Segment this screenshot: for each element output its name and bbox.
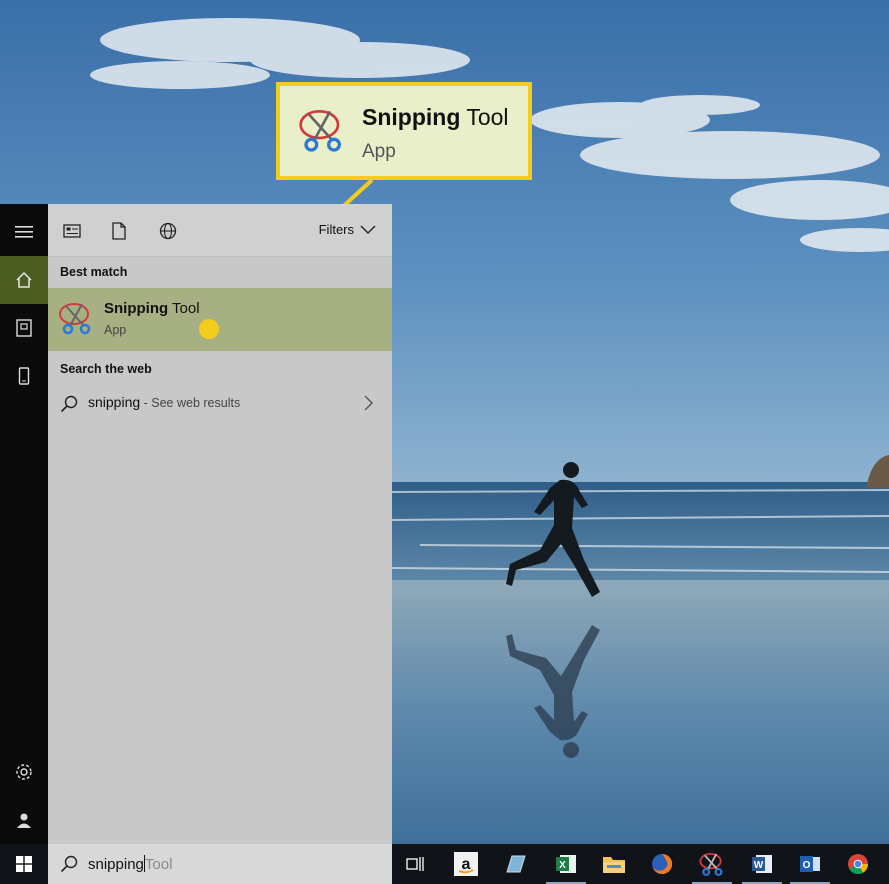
- task-view-icon[interactable]: [392, 844, 440, 884]
- snipping-tool-icon: [58, 300, 94, 341]
- web-search-result[interactable]: snipping - See web results: [48, 387, 392, 419]
- results-header: Filters: [48, 204, 392, 257]
- device-icon[interactable]: [0, 352, 48, 400]
- outlook-icon[interactable]: O: [786, 844, 834, 884]
- windows-start-icon[interactable]: [0, 844, 48, 884]
- svg-text:O: O: [803, 860, 811, 871]
- taskbar: snippingTool a X W O: [0, 844, 889, 884]
- chevron-down-icon: [360, 225, 376, 234]
- notepad-icon[interactable]: [492, 844, 540, 884]
- home-icon[interactable]: [0, 256, 48, 304]
- svg-text:X: X: [559, 860, 566, 871]
- best-match-heading: Best match: [60, 265, 128, 279]
- svg-text:W: W: [754, 860, 764, 871]
- snipping-tool-icon: [296, 106, 348, 159]
- settings-icon[interactable]: [0, 748, 48, 796]
- best-match-result[interactable]: Snipping Tool App: [48, 288, 392, 351]
- search-results-panel: Filters Best match Snipping Tool App Sea…: [48, 204, 392, 844]
- firefox-icon[interactable]: [638, 844, 686, 884]
- filters-dropdown[interactable]: Filters: [319, 222, 376, 237]
- best-match-subtitle: App: [104, 323, 127, 337]
- snipping-tool-icon[interactable]: [688, 844, 736, 884]
- word-icon[interactable]: W: [738, 844, 786, 884]
- search-icon: [60, 395, 78, 413]
- best-match-title: Snipping Tool: [104, 300, 200, 317]
- excel-icon[interactable]: X: [542, 844, 590, 884]
- file-explorer-icon[interactable]: [590, 844, 638, 884]
- svg-text:a: a: [462, 856, 471, 873]
- search-input[interactable]: snippingTool: [88, 855, 172, 873]
- chrome-icon[interactable]: [834, 844, 882, 884]
- snipping-tool-callout: Snipping Tool App: [276, 82, 532, 180]
- start-menu-rail: [0, 204, 48, 844]
- apps-icon[interactable]: [61, 220, 83, 242]
- search-icon: [60, 855, 78, 873]
- filters-label: Filters: [318, 222, 354, 237]
- search-web-heading: Search the web: [60, 362, 152, 376]
- hamburger-menu-icon[interactable]: [0, 208, 48, 256]
- documents-icon[interactable]: [0, 304, 48, 352]
- taskbar-search-box[interactable]: snippingTool: [48, 844, 392, 884]
- amazon-icon[interactable]: a: [442, 844, 490, 884]
- web-result-text: snipping - See web results: [88, 394, 241, 410]
- user-icon[interactable]: [0, 796, 48, 844]
- callout-title: Snipping Tool: [362, 104, 509, 130]
- chevron-right-icon: [364, 395, 373, 411]
- web-icon[interactable]: [157, 220, 179, 242]
- callout-subtitle: App: [362, 141, 396, 162]
- document-icon[interactable]: [108, 220, 130, 242]
